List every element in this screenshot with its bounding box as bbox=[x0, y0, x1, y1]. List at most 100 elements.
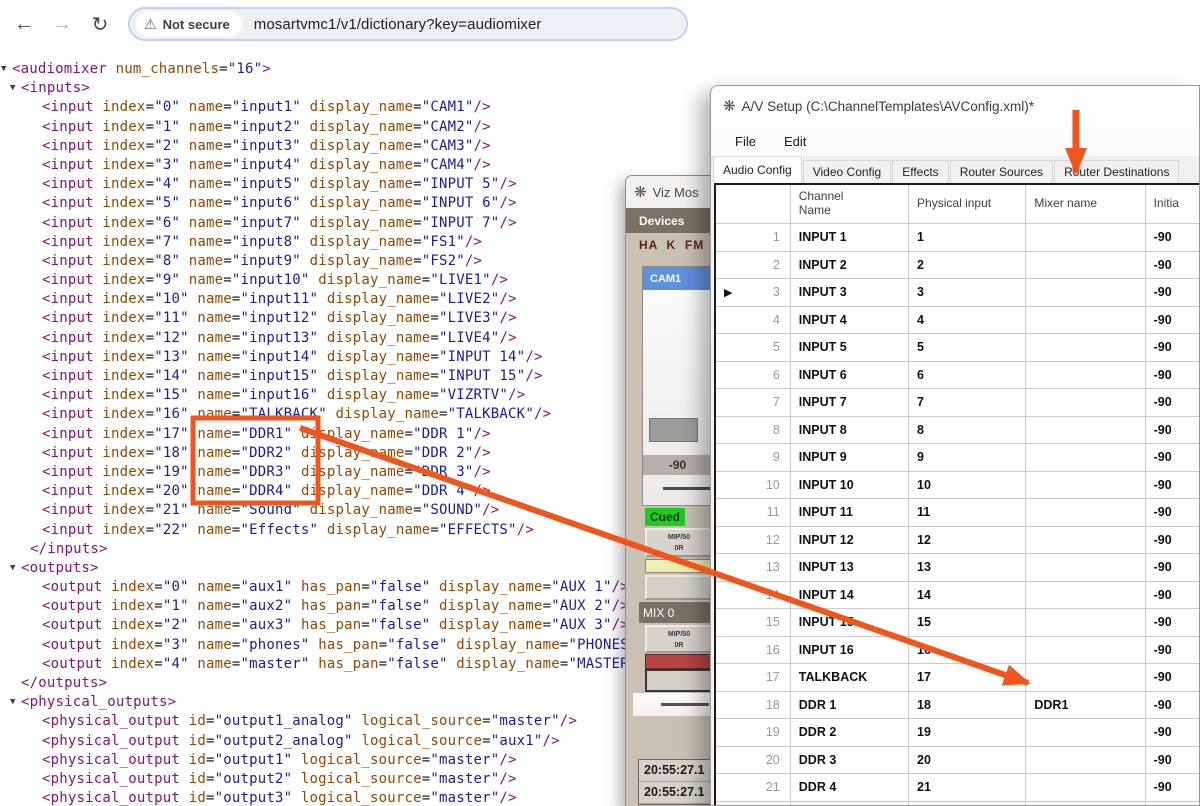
grid-cell[interactable] bbox=[1026, 582, 1145, 610]
grid-row-number[interactable]: 5 bbox=[716, 334, 791, 362]
collapse-arrow-icon[interactable]: ▼ bbox=[10, 693, 20, 712]
grid-cell[interactable]: INPUT 10 bbox=[791, 472, 909, 500]
grid-row-number[interactable] bbox=[716, 802, 791, 806]
grid-row-number[interactable]: 15 bbox=[716, 609, 791, 637]
grid-header-cell[interactable]: Mixer name bbox=[1026, 185, 1145, 224]
grid-cell[interactable] bbox=[1026, 362, 1145, 390]
grid-cell[interactable]: INPUT 14 bbox=[791, 582, 909, 610]
grid-row-number[interactable]: 9 bbox=[716, 444, 791, 472]
grid-cell[interactable] bbox=[1026, 389, 1145, 417]
grid-cell[interactable]: INPUT 7 bbox=[791, 389, 909, 417]
grid-cell[interactable] bbox=[1026, 252, 1145, 280]
menu-edit[interactable]: Edit bbox=[784, 134, 806, 149]
grid-cell[interactable]: -90 bbox=[1146, 362, 1200, 390]
grid-cell[interactable]: -90 bbox=[1146, 252, 1200, 280]
grid-cell[interactable]: INPUT 12 bbox=[791, 527, 909, 555]
grid-cell[interactable] bbox=[1026, 664, 1145, 692]
grid-cell[interactable]: 9 bbox=[909, 444, 1026, 472]
grid-row-number[interactable]: 7 bbox=[716, 389, 791, 417]
grid-cell[interactable]: -90 bbox=[1146, 389, 1200, 417]
menu-file[interactable]: File bbox=[735, 134, 756, 149]
grid-cell[interactable]: -90 bbox=[1146, 444, 1200, 472]
grid-row-number[interactable]: 3▶ bbox=[716, 279, 791, 307]
grid-cell[interactable]: DDR 4 bbox=[791, 774, 909, 802]
grid-row-number[interactable]: 21 bbox=[716, 774, 791, 802]
grid-cell[interactable] bbox=[1026, 527, 1145, 555]
grid-header-cell[interactable]: ChannelName bbox=[791, 185, 909, 224]
grid-row-number[interactable]: 1 bbox=[716, 224, 791, 252]
grid-cell[interactable]: 6 bbox=[909, 362, 1026, 390]
grid-cell[interactable]: -90 bbox=[1146, 417, 1200, 445]
url-text[interactable]: mosartvmc1/v1/dictionary?key=audiomixer bbox=[254, 16, 542, 33]
grid-row-number[interactable]: 17 bbox=[716, 664, 791, 692]
grid-cell[interactable]: INPUT 5 bbox=[791, 334, 909, 362]
grid-cell[interactable] bbox=[1026, 224, 1145, 252]
grid-row-number[interactable]: 16 bbox=[716, 637, 791, 665]
grid-row-number[interactable]: 6 bbox=[716, 362, 791, 390]
collapse-arrow-icon[interactable]: ▼ bbox=[10, 559, 20, 578]
viz-title-bar[interactable]: ❋ Viz Mos bbox=[626, 176, 718, 208]
grid-cell[interactable] bbox=[1026, 802, 1145, 806]
grid-cell[interactable]: DDR 1 bbox=[791, 692, 909, 720]
grid-cell[interactable] bbox=[1026, 774, 1145, 802]
grid-cell[interactable] bbox=[1026, 307, 1145, 335]
grid-cell[interactable]: 14 bbox=[909, 582, 1026, 610]
grid-cell[interactable]: 17 bbox=[909, 664, 1026, 692]
grid-cell[interactable]: 10 bbox=[909, 472, 1026, 500]
grid-cell[interactable]: INPUT 4 bbox=[791, 307, 909, 335]
grid-row-number[interactable]: 8 bbox=[716, 417, 791, 445]
grid-header-cell[interactable]: Initia bbox=[1146, 185, 1200, 224]
grid-cell[interactable]: -90 bbox=[1146, 334, 1200, 362]
grid-cell[interactable]: -90 bbox=[1146, 719, 1200, 747]
tab-router-destinations[interactable]: Router Destinations bbox=[1054, 160, 1179, 183]
grid-row-number[interactable]: 20 bbox=[716, 747, 791, 775]
grid-cell[interactable]: 1 bbox=[909, 224, 1026, 252]
grid-cell[interactable] bbox=[1026, 609, 1145, 637]
grid-row-number[interactable]: 14 bbox=[716, 582, 791, 610]
grid-cell[interactable]: INPUT 13 bbox=[791, 554, 909, 582]
grid-cell[interactable]: 4 bbox=[909, 307, 1026, 335]
grid-cell[interactable] bbox=[1026, 719, 1145, 747]
grid-cell[interactable]: INPUT 3 bbox=[791, 279, 909, 307]
grid-cell[interactable]: 18 bbox=[909, 692, 1026, 720]
grid-cell[interactable]: INPUT 15 bbox=[791, 609, 909, 637]
grid-cell[interactable] bbox=[1146, 802, 1200, 806]
grid-cell[interactable] bbox=[1026, 637, 1145, 665]
grid-cell[interactable]: -90 bbox=[1146, 582, 1200, 610]
grid-cell[interactable] bbox=[1026, 554, 1145, 582]
grid-header-cell[interactable]: Physical input bbox=[909, 185, 1026, 224]
grid-cell[interactable]: INPUT 11 bbox=[791, 499, 909, 527]
mix-minus-button[interactable]: MIP/50 0R bbox=[645, 528, 713, 557]
tab-router-sources[interactable]: Router Sources bbox=[950, 160, 1053, 183]
grid-cell[interactable]: -90 bbox=[1146, 747, 1200, 775]
grid-cell[interactable]: -90 bbox=[1146, 692, 1200, 720]
grid-cell[interactable] bbox=[1026, 279, 1145, 307]
grid-cell[interactable]: DDR 3 bbox=[791, 747, 909, 775]
grid-row-number[interactable]: 4 bbox=[716, 307, 791, 335]
grid-cell[interactable]: INPUT 1 bbox=[791, 224, 909, 252]
grid-cell[interactable]: INPUT 9 bbox=[791, 444, 909, 472]
grid-cell[interactable]: 7 bbox=[909, 389, 1026, 417]
grid-cell[interactable]: INPUT 2 bbox=[791, 252, 909, 280]
grid-cell[interactable]: TALKBACK bbox=[791, 664, 909, 692]
grid-cell[interactable]: 13 bbox=[909, 554, 1026, 582]
devices-tab[interactable]: Devices bbox=[626, 208, 718, 233]
address-bar[interactable]: ⚠ Not secure mosartvmc1/v1/dictionary?ke… bbox=[128, 7, 688, 41]
grid-cell[interactable] bbox=[1026, 417, 1145, 445]
fader-handle[interactable] bbox=[649, 418, 698, 442]
slider-track[interactable] bbox=[633, 693, 718, 716]
tab-effects[interactable]: Effects bbox=[892, 160, 948, 183]
forward-icon[interactable]: → bbox=[48, 10, 76, 38]
grid-row-number[interactable]: 10 bbox=[716, 472, 791, 500]
grid-header-cell[interactable] bbox=[716, 185, 791, 224]
grid-cell[interactable] bbox=[791, 802, 909, 806]
grid-cell[interactable]: -90 bbox=[1146, 224, 1200, 252]
grid-cell[interactable]: INPUT 16 bbox=[791, 637, 909, 665]
grid-cell[interactable]: 3 bbox=[909, 279, 1026, 307]
grid-cell[interactable]: 15 bbox=[909, 609, 1026, 637]
grid-cell[interactable]: 20 bbox=[909, 747, 1026, 775]
not-secure-chip[interactable]: ⚠ Not secure bbox=[136, 11, 242, 37]
grid-cell[interactable]: 12 bbox=[909, 527, 1026, 555]
grid-cell[interactable]: 19 bbox=[909, 719, 1026, 747]
grid-cell[interactable]: 2 bbox=[909, 252, 1026, 280]
